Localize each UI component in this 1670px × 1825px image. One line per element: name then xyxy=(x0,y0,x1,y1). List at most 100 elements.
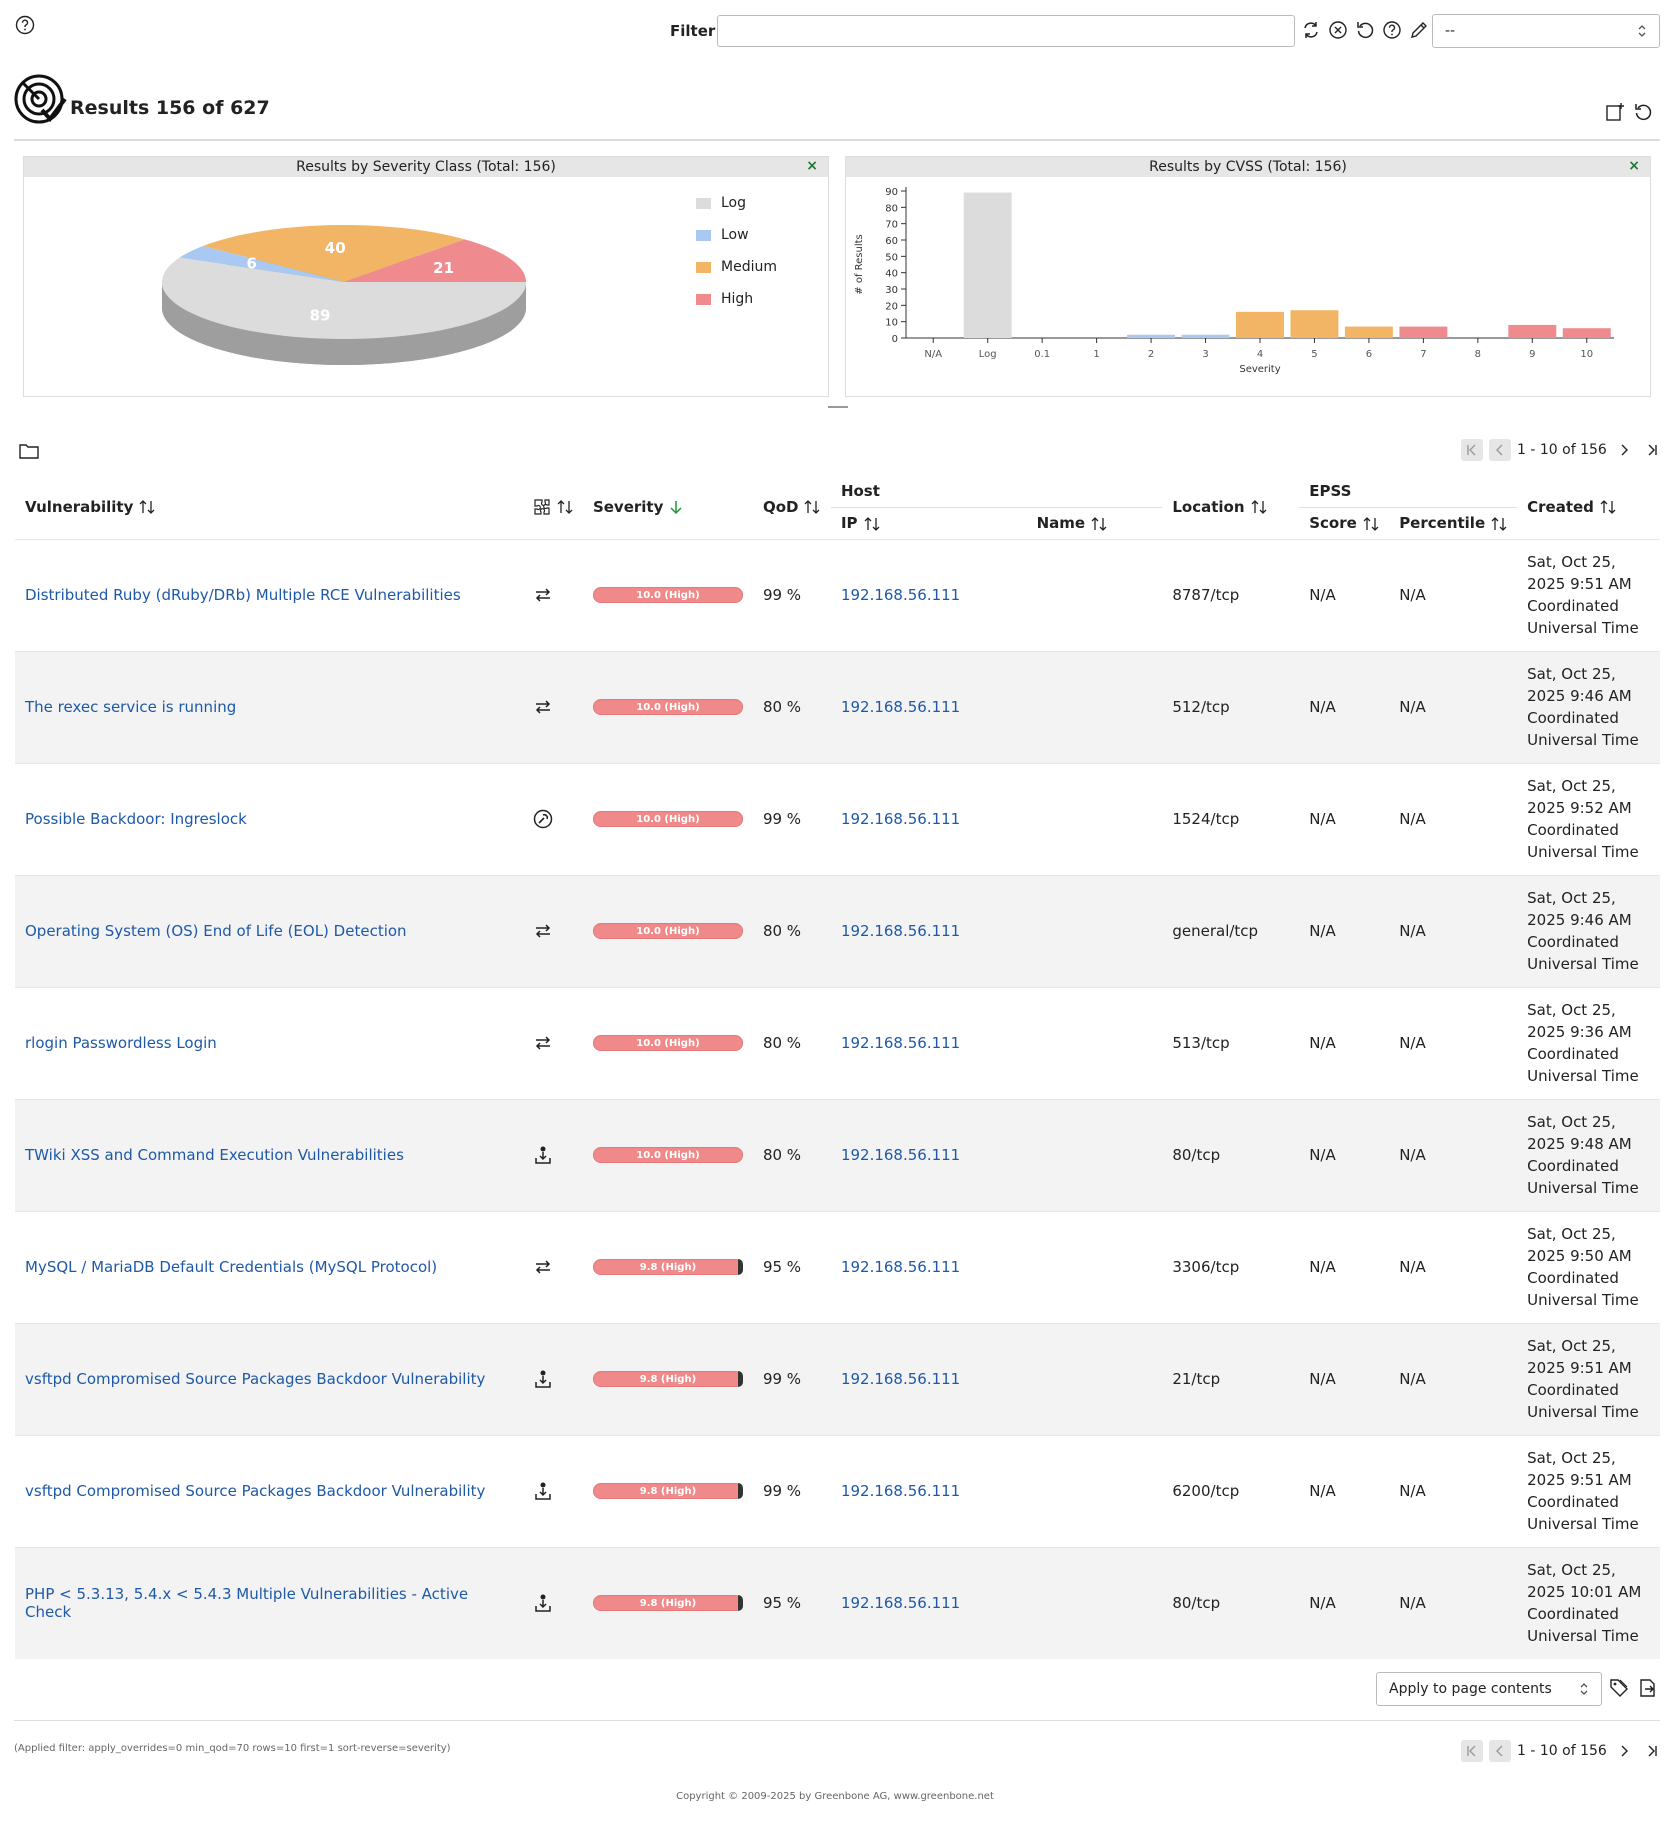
select-arrows-icon xyxy=(1579,1682,1589,1696)
previous-page-icon[interactable] xyxy=(1489,1740,1511,1762)
location-column-header[interactable]: Location xyxy=(1162,475,1299,539)
close-severity-chart-button[interactable]: × xyxy=(806,158,818,174)
edit-filter-icon[interactable] xyxy=(1408,19,1430,41)
pagination-top: 1 - 10 of 156 xyxy=(1461,439,1663,461)
created-column-header[interactable]: Created xyxy=(1517,475,1660,539)
host-ip-link[interactable]: 192.168.56.111 xyxy=(841,1034,960,1052)
sort-icon[interactable] xyxy=(139,499,155,515)
x-tick-label: 3 xyxy=(1202,349,1208,360)
epss-score-value: N/A xyxy=(1309,1482,1336,1500)
last-page-icon[interactable] xyxy=(1641,439,1663,461)
epss-percentile-column-header[interactable]: Percentile xyxy=(1389,507,1517,539)
first-page-icon[interactable] xyxy=(1461,1740,1483,1762)
sort-icon[interactable] xyxy=(557,499,573,515)
vulnerability-link[interactable]: Operating System (OS) End of Life (EOL) … xyxy=(25,922,407,940)
epss-score-value: N/A xyxy=(1309,922,1336,940)
help-icon[interactable] xyxy=(14,14,36,36)
created-line: 2025 9:36 AM xyxy=(1527,1023,1632,1041)
sort-icon[interactable] xyxy=(1091,516,1107,532)
add-tag-icon[interactable] xyxy=(1609,1678,1629,1698)
close-cvss-chart-button[interactable]: × xyxy=(1628,158,1640,174)
reset-filter-icon[interactable] xyxy=(1327,19,1349,41)
results-table: Vulnerability Severity QoD Host Location… xyxy=(15,475,1660,1659)
table-header: Vulnerability Severity QoD Host Location… xyxy=(15,475,1660,539)
host-name xyxy=(1027,987,1163,1099)
severity-bar: 10.0 (High) xyxy=(592,699,743,715)
vulnerability-link[interactable]: The rexec service is running xyxy=(25,698,236,716)
vulnerability-link[interactable]: vsftpd Compromised Source Packages Backd… xyxy=(25,1370,485,1388)
solution-type-column-header[interactable] xyxy=(523,475,583,539)
next-page-icon[interactable] xyxy=(1613,439,1635,461)
epss-percentile-value: N/A xyxy=(1399,1034,1426,1052)
qod-column-header[interactable]: QoD xyxy=(753,475,831,539)
severity-bar: 9.8 (High) xyxy=(592,1259,743,1275)
vulnerability-link[interactable]: Possible Backdoor: Ingreslock xyxy=(25,810,247,828)
epss-score-value: N/A xyxy=(1309,1594,1336,1613)
folder-icon[interactable] xyxy=(18,441,40,461)
host-ip-link[interactable]: 192.168.56.111 xyxy=(841,922,960,940)
severity-bar: 9.8 (High) xyxy=(592,1483,743,1499)
severity-bar: 10.0 (High) xyxy=(592,1147,743,1163)
epss-score-column-header[interactable]: Score xyxy=(1299,507,1389,539)
sort-icon[interactable] xyxy=(1251,499,1267,515)
severity-chart-header: Results by Severity Class (Total: 156) × xyxy=(24,157,828,177)
vulnerability-column-header[interactable]: Vulnerability xyxy=(15,475,523,539)
sort-icon[interactable] xyxy=(1491,516,1507,532)
sort-icon[interactable] xyxy=(804,499,820,515)
update-filter-icon[interactable] xyxy=(1300,19,1322,41)
legend-swatch xyxy=(696,229,711,241)
table-row: Possible Backdoor: Ingreslock 10.0 (High)… xyxy=(15,763,1660,875)
host-ip-link[interactable]: 192.168.56.111 xyxy=(841,586,960,604)
first-page-icon[interactable] xyxy=(1461,439,1483,461)
apply-to-select[interactable]: Apply to page contents xyxy=(1376,1672,1602,1706)
mitigation-icon xyxy=(533,921,573,941)
host-ip-link[interactable]: 192.168.56.111 xyxy=(841,810,960,828)
filter-label: Filter xyxy=(670,22,716,40)
filter-toolbar xyxy=(1300,19,1430,41)
pagination-text: 1 - 10 of 156 xyxy=(1517,1743,1607,1759)
ip-column-header[interactable]: IP xyxy=(831,507,1027,539)
host-ip-link[interactable]: 192.168.56.111 xyxy=(841,1146,960,1164)
y-tick-label: 50 xyxy=(885,252,898,263)
severity-column-header[interactable]: Severity xyxy=(583,475,753,539)
host-ip-link[interactable]: 192.168.56.111 xyxy=(841,1258,960,1276)
next-page-icon[interactable] xyxy=(1613,1740,1635,1762)
resize-handle[interactable] xyxy=(828,406,848,408)
name-column-header[interactable]: Name xyxy=(1027,507,1163,539)
vulnerability-link[interactable]: MySQL / MariaDB Default Credentials (MyS… xyxy=(25,1258,437,1276)
vulnerability-link[interactable]: rlogin Passwordless Login xyxy=(25,1034,217,1052)
sort-icon[interactable] xyxy=(1600,499,1616,515)
host-ip-link[interactable]: 192.168.56.111 xyxy=(841,1482,960,1500)
vulnerability-link[interactable]: TWiki XSS and Command Execution Vulnerab… xyxy=(25,1146,404,1164)
host-ip-link[interactable]: 192.168.56.111 xyxy=(841,1594,960,1612)
sort-icon[interactable] xyxy=(1363,516,1379,532)
workaround-icon xyxy=(533,809,573,829)
created-line: Universal Time xyxy=(1527,1179,1639,1197)
filter-select[interactable]: -- xyxy=(1432,14,1660,48)
host-name xyxy=(1027,651,1163,763)
table-row: Operating System (OS) End of Life (EOL) … xyxy=(15,875,1660,987)
location-value: 21/tcp xyxy=(1172,1370,1221,1388)
qod-value: 95 % xyxy=(762,1258,802,1276)
created-line: Universal Time xyxy=(1527,619,1639,637)
sort-icon[interactable] xyxy=(864,516,880,532)
previous-page-icon[interactable] xyxy=(1489,439,1511,461)
vulnerability-link[interactable]: vsftpd Compromised Source Packages Backd… xyxy=(25,1482,485,1500)
export-icon[interactable] xyxy=(1637,1678,1657,1698)
x-tick-label: 9 xyxy=(1529,349,1535,360)
filter-input[interactable] xyxy=(717,15,1295,47)
last-page-icon[interactable] xyxy=(1641,1740,1663,1762)
sort-descending-icon[interactable] xyxy=(669,499,683,515)
qod-value: 80 % xyxy=(762,922,802,940)
reload-filter-icon[interactable] xyxy=(1354,19,1376,41)
vulnerability-link[interactable]: Distributed Ruby (dRuby/DRb) Multiple RC… xyxy=(25,586,461,604)
add-dashboard-display-icon[interactable] xyxy=(1605,102,1625,122)
host-ip-link[interactable]: 192.168.56.111 xyxy=(841,1370,960,1388)
host-ip-link[interactable]: 192.168.56.111 xyxy=(841,698,960,716)
table-row: Distributed Ruby (dRuby/DRb) Multiple RC… xyxy=(15,539,1660,651)
filter-help-icon[interactable] xyxy=(1381,19,1403,41)
host-name xyxy=(1027,1547,1163,1659)
reset-dashboard-icon[interactable] xyxy=(1633,102,1653,122)
vulnerability-link[interactable]: PHP < 5.3.13, 5.4.x < 5.4.3 Multiple Vul… xyxy=(25,1585,468,1621)
host-name xyxy=(1027,539,1163,651)
